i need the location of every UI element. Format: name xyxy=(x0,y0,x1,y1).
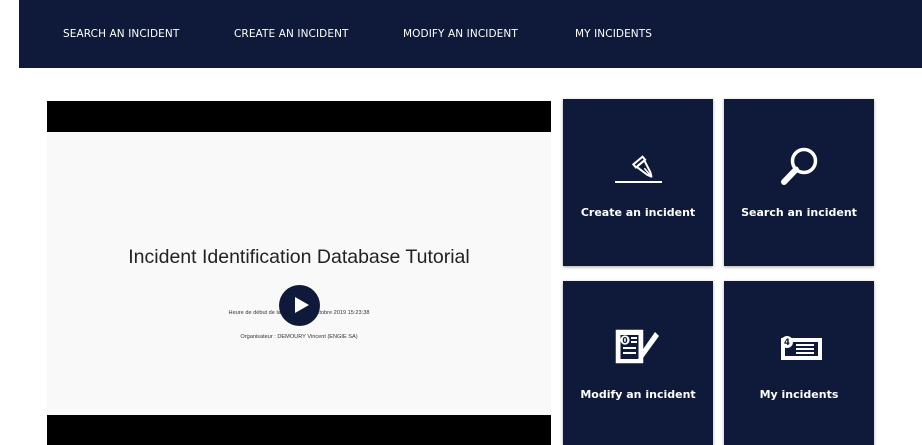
incident-card-icon: 4 xyxy=(781,336,822,360)
magnifier-icon xyxy=(781,147,818,185)
video-slide-organizer: Organisateur : DEMOURY Vincent (ENGIE SA… xyxy=(240,334,358,340)
nav-create-incident[interactable]: CREATE AN INCIDENT xyxy=(234,28,349,40)
search-incident-label: Search an incident xyxy=(741,206,857,219)
video-slide-title: Incident Identification Database Tutoria… xyxy=(128,246,470,268)
nav-modify-incident[interactable]: MODIFY AN INCIDENT xyxy=(403,28,518,40)
create-incident-label: Create an incident xyxy=(580,206,696,219)
page: SEARCH AN INCIDENT CREATE AN INCIDENT MO… xyxy=(0,0,922,445)
pen-nib-icon xyxy=(615,155,662,183)
play-button[interactable] xyxy=(279,285,320,326)
create-incident-tile[interactable]: Create an incident xyxy=(563,99,713,266)
modify-incident-tile[interactable]: 0 Modify an incident xyxy=(563,281,713,445)
search-incident-tile[interactable]: Search an incident xyxy=(724,99,874,266)
my-incidents-label: My incidents xyxy=(759,388,839,401)
my-incidents-tile[interactable]: 4 My incidents xyxy=(724,281,874,445)
modify-badge-text: 0 xyxy=(622,336,627,345)
my-incidents-badge-text: 4 xyxy=(784,338,790,348)
video-frame: Incident Identification Database Tutoria… xyxy=(47,132,551,415)
modify-incident-label: Modify an incident xyxy=(580,388,696,401)
edit-document-icon: 0 xyxy=(615,329,659,364)
nav-my-incidents[interactable]: MY INCIDENTS xyxy=(575,28,652,40)
tutorial-video-player[interactable]: Incident Identification Database Tutoria… xyxy=(47,101,551,445)
top-navigation: SEARCH AN INCIDENT CREATE AN INCIDENT MO… xyxy=(19,0,922,68)
nav-search-incident[interactable]: SEARCH AN INCIDENT xyxy=(63,28,179,40)
